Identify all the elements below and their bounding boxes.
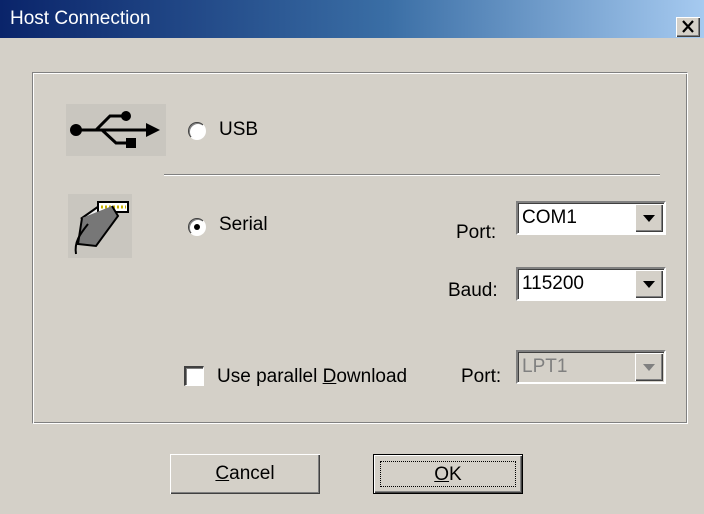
parallel-port-value: LPT1 bbox=[522, 356, 568, 377]
cancel-label: ancel bbox=[229, 463, 275, 484]
close-button[interactable] bbox=[676, 17, 700, 37]
radio-selected-dot bbox=[194, 224, 200, 230]
window-title: Host Connection bbox=[10, 8, 151, 29]
chevron-down-icon[interactable] bbox=[635, 270, 663, 298]
cancel-button[interactable]: Cancel bbox=[170, 454, 320, 494]
baud-label: Baud: bbox=[448, 280, 498, 301]
chevron-down-icon bbox=[635, 353, 663, 381]
serial-label[interactable]: Serial bbox=[219, 214, 268, 236]
close-icon bbox=[682, 20, 694, 33]
serial-cable-icon bbox=[68, 194, 132, 258]
parallel-download-label-prefix: Use parallel bbox=[217, 366, 323, 387]
parallel-download-label[interactable]: Use parallel Download bbox=[217, 366, 407, 388]
serial-radio[interactable] bbox=[188, 218, 206, 236]
parallel-port-label: Port: bbox=[461, 366, 502, 387]
ok-mnemonic: O bbox=[434, 464, 450, 485]
serial-port-value: COM1 bbox=[522, 207, 577, 228]
title-bar[interactable]: Host Connection bbox=[0, 0, 704, 38]
serial-port-label: Port: bbox=[456, 222, 497, 243]
cancel-mnemonic: C bbox=[215, 463, 230, 484]
usb-icon bbox=[66, 104, 166, 156]
parallel-download-mnemonic: D bbox=[322, 366, 337, 387]
parallel-download-checkbox[interactable] bbox=[184, 366, 204, 386]
separator bbox=[164, 174, 660, 176]
ok-label: K bbox=[449, 464, 462, 485]
parallel-port-select: LPT1 bbox=[516, 350, 666, 384]
baud-value: 115200 bbox=[522, 273, 584, 294]
ok-button[interactable]: OK bbox=[373, 454, 523, 494]
baud-select[interactable]: 115200 bbox=[516, 267, 666, 301]
parallel-download-label-suffix: ownload bbox=[336, 366, 408, 387]
chevron-down-icon[interactable] bbox=[635, 204, 663, 232]
usb-label[interactable]: USB bbox=[219, 119, 258, 141]
usb-radio[interactable] bbox=[188, 122, 206, 140]
serial-port-select[interactable]: COM1 bbox=[516, 201, 666, 235]
